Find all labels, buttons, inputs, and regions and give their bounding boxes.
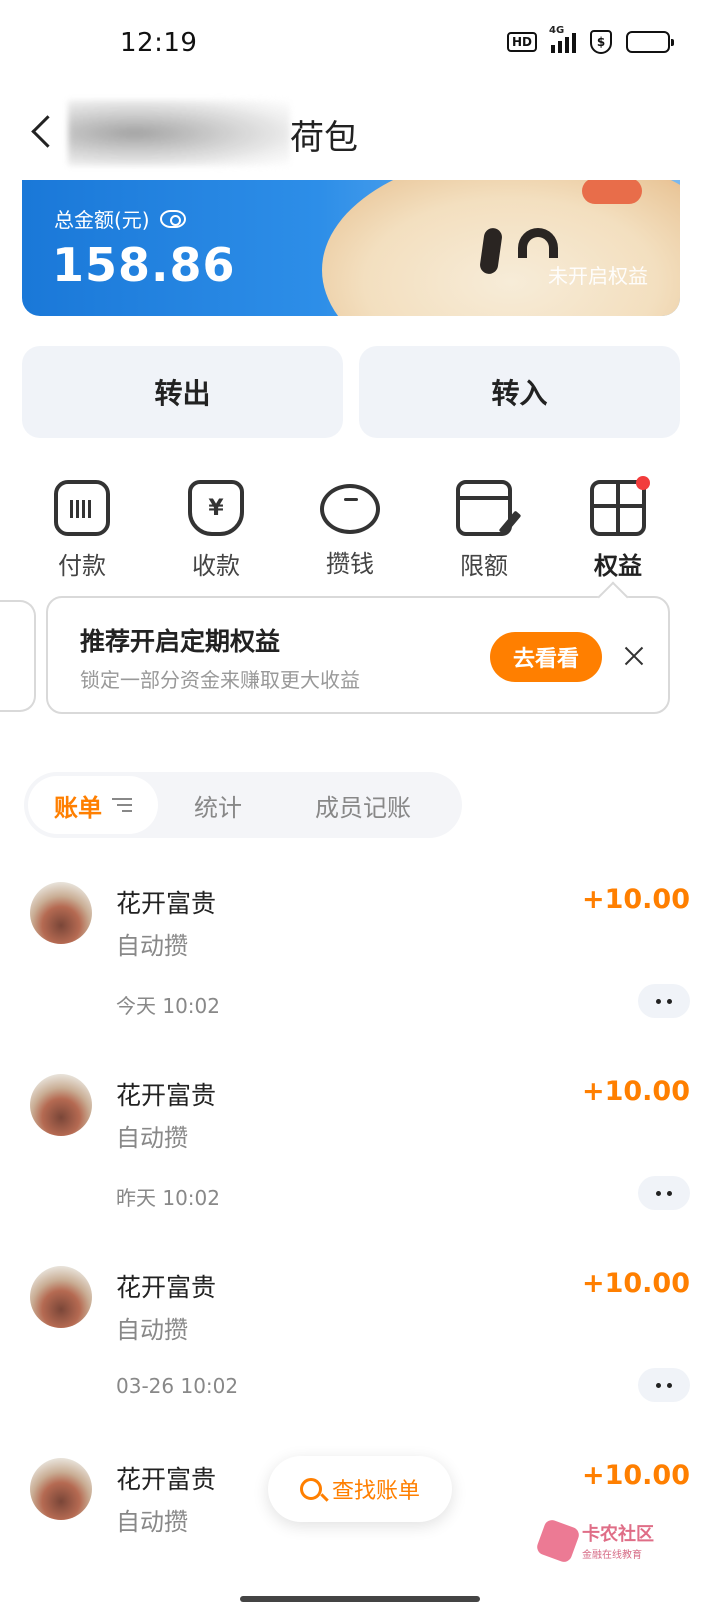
- transaction-time: 今天 10:02: [116, 994, 220, 1018]
- watermark: 卡农社区 金融在线教育: [534, 1517, 654, 1564]
- battery-icon: [626, 31, 674, 53]
- hd-icon: HD: [506, 32, 537, 52]
- shortcut-receive[interactable]: ¥ 收款: [156, 480, 276, 581]
- transaction-type: 自动攒: [116, 1316, 188, 1344]
- eye-icon[interactable]: [159, 209, 186, 228]
- watermark-logo-icon: [534, 1517, 582, 1564]
- search-icon: [299, 1478, 322, 1500]
- page-title: 荷包: [290, 118, 358, 158]
- more-options-button[interactable]: [638, 1176, 690, 1210]
- transfer-actions: 转出 转入: [22, 346, 680, 438]
- close-icon[interactable]: [620, 642, 648, 670]
- back-icon[interactable]: [22, 108, 62, 158]
- tab-member-bookkeeping[interactable]: 成员记账: [278, 776, 448, 834]
- shortcut-grid: 付款 ¥ 收款 攒钱 限额 权益: [0, 476, 720, 590]
- filter-icon[interactable]: [112, 798, 132, 812]
- tab-statistics[interactable]: 统计: [158, 776, 278, 834]
- transfer-out-button[interactable]: 转出: [22, 346, 343, 438]
- signal-icon: 4G: [549, 25, 576, 53]
- benefit-status[interactable]: 未开启权益: [548, 260, 648, 289]
- transaction-name: 花开富贵: [116, 1273, 217, 1302]
- transaction-amount: +10.00: [581, 884, 690, 915]
- nav-bar: 荷包: [0, 90, 720, 180]
- transfer-in-button[interactable]: 转入: [359, 346, 680, 438]
- transaction-amount: +10.00: [581, 1268, 690, 1299]
- search-bills-label: 查找账单: [331, 1479, 420, 1504]
- shortcut-save[interactable]: 攒钱: [290, 480, 410, 579]
- status-bar: 12:19 HD 4G $: [0, 0, 720, 90]
- previous-card-edge: [0, 600, 36, 712]
- mascot-illustration: [322, 180, 680, 316]
- search-bills-button[interactable]: 查找账单: [268, 1456, 452, 1522]
- more-options-button[interactable]: [638, 1368, 690, 1402]
- tip-title: 推荐开启定期权益: [80, 627, 281, 656]
- transaction-amount: +10.00: [581, 1460, 690, 1491]
- notification-dot: [636, 476, 650, 490]
- transaction-type: 自动攒: [116, 1508, 188, 1536]
- transaction-type: 自动攒: [116, 1124, 188, 1152]
- yuan-receive-icon: ¥: [188, 480, 244, 536]
- tip-subtitle: 锁定一部分资金来赚取更大收益: [80, 668, 360, 692]
- total-amount: 158.86: [52, 238, 236, 292]
- barcode-icon: [54, 480, 110, 536]
- total-amount-label: 总金额(元): [54, 204, 186, 233]
- shortcut-benefits[interactable]: 权益: [558, 476, 678, 581]
- shield-dollar-icon: $: [590, 30, 612, 54]
- balance-banner[interactable]: 总金额(元) 158.86 未开启权益: [22, 180, 680, 316]
- transaction-type: 自动攒: [116, 932, 188, 960]
- transaction-name: 花开富贵: [116, 1465, 217, 1494]
- status-icons: HD 4G $: [506, 25, 674, 54]
- view-benefit-button[interactable]: 去看看: [490, 632, 602, 682]
- card-edit-icon: [456, 480, 512, 536]
- shortcut-limit[interactable]: 限额: [424, 480, 544, 581]
- transaction-item[interactable]: 花开富贵 自动攒 +10.00 今天 10:02: [0, 870, 720, 1060]
- gift-icon: [590, 476, 650, 536]
- transaction-time: 03-26 10:02: [116, 1374, 239, 1398]
- more-options-button[interactable]: [638, 984, 690, 1018]
- piggy-bank-icon: [320, 484, 380, 534]
- avatar: [30, 1266, 92, 1328]
- bill-tabs: 账单 统计 成员记账: [24, 772, 462, 838]
- avatar: [30, 1458, 92, 1520]
- status-time: 12:19: [120, 28, 198, 58]
- transaction-item[interactable]: 花开富贵 自动攒 +10.00 03-26 10:02: [0, 1254, 720, 1444]
- tab-bills[interactable]: 账单: [28, 776, 158, 834]
- transaction-item[interactable]: 花开富贵 自动攒 +10.00 昨天 10:02: [0, 1062, 720, 1252]
- transaction-name: 花开富贵: [116, 1081, 217, 1110]
- shortcut-pay[interactable]: 付款: [22, 480, 142, 581]
- avatar: [30, 882, 92, 944]
- transaction-amount: +10.00: [581, 1076, 690, 1107]
- benefit-tip-card: 推荐开启定期权益 锁定一部分资金来赚取更大收益 去看看: [46, 596, 670, 714]
- home-indicator[interactable]: [240, 1596, 480, 1602]
- blurred-title-region: [68, 100, 290, 166]
- transaction-name: 花开富贵: [116, 889, 217, 918]
- avatar: [30, 1074, 92, 1136]
- transaction-time: 昨天 10:02: [116, 1186, 220, 1210]
